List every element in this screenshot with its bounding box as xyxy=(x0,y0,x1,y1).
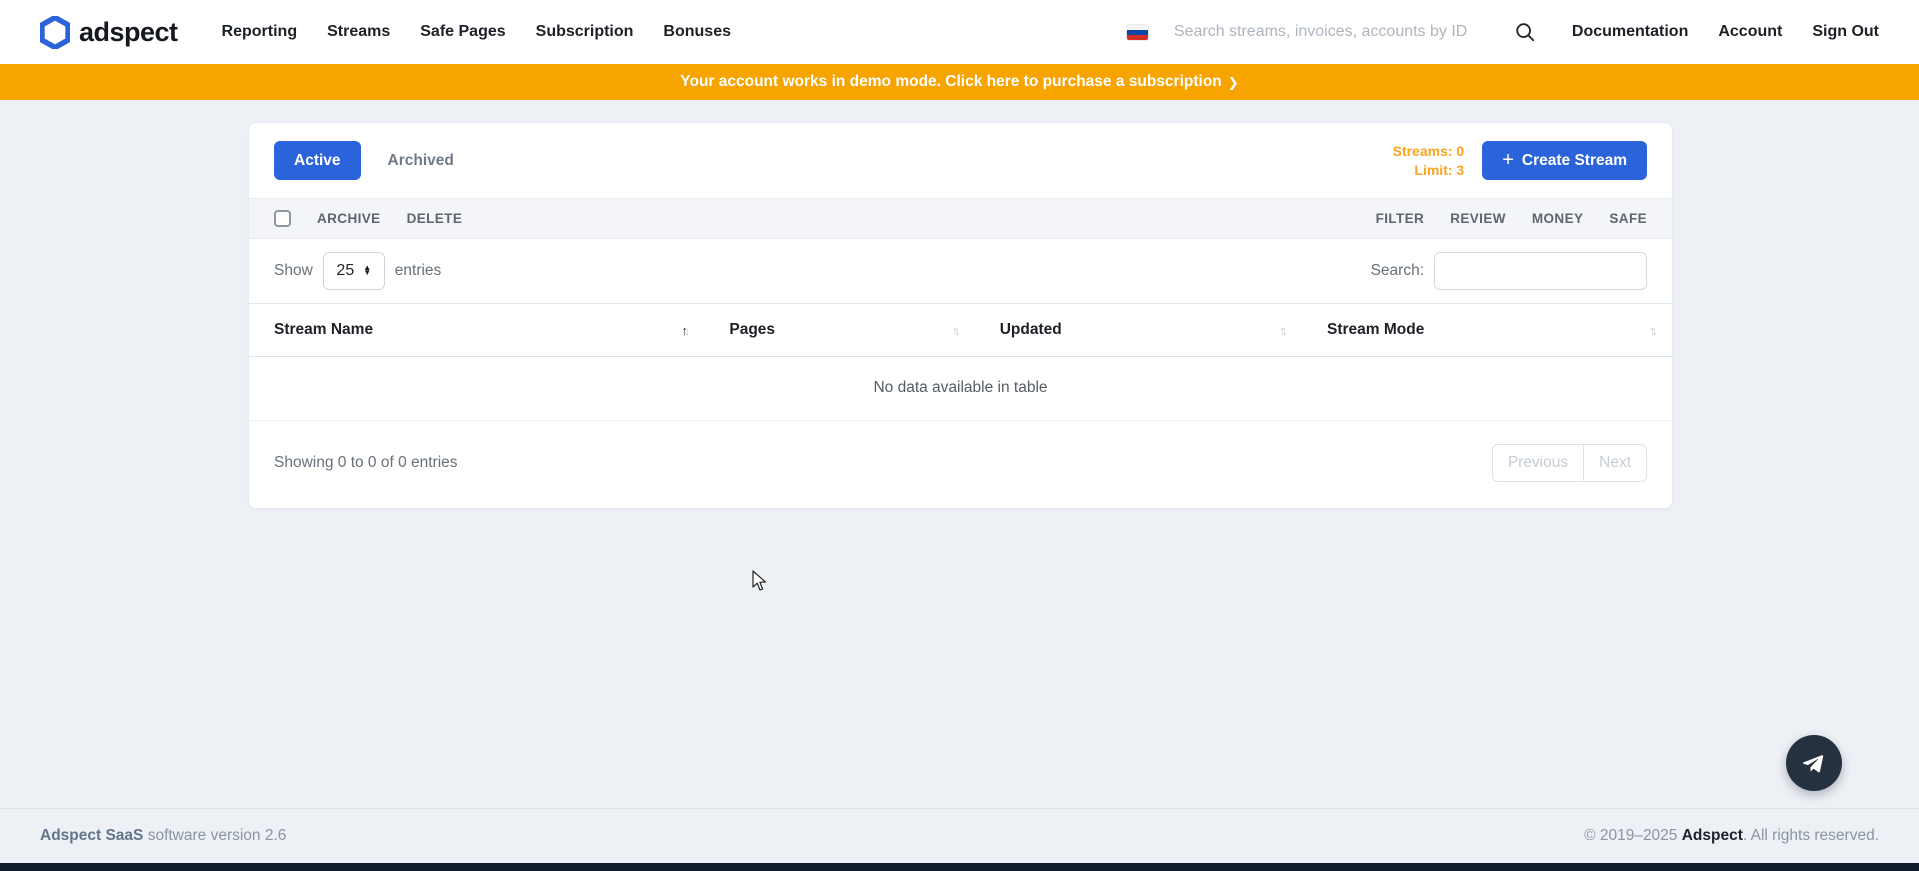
bulk-actions-toolbar: ARCHIVE DELETE FILTER REVIEW MONEY SAFE xyxy=(249,198,1672,239)
top-navbar: adspect Reporting Streams Safe Pages Sub… xyxy=(0,0,1919,64)
card-header: Active Archived Streams: 0 Limit: 3 + Cr… xyxy=(249,123,1672,198)
review-mode-action[interactable]: REVIEW xyxy=(1450,211,1506,226)
streams-count: Streams: 0 xyxy=(1393,142,1465,161)
table-controls: Show 25 ▲▼ entries Search: xyxy=(249,239,1672,303)
column-header-stream-name[interactable]: Stream Name ↑↓ xyxy=(249,304,704,357)
sort-icon[interactable]: ↑↓ xyxy=(681,323,690,338)
nav-item-safe-pages[interactable]: Safe Pages xyxy=(420,23,505,41)
footer-version-text: software version 2.6 xyxy=(143,827,286,844)
show-label: Show xyxy=(274,262,313,280)
mouse-cursor xyxy=(752,570,768,592)
nav-right-links: Documentation Account Sign Out xyxy=(1572,23,1879,41)
footer-product-name: Adspect SaaS xyxy=(40,827,143,844)
column-header-updated[interactable]: Updated ↑↓ xyxy=(975,304,1302,357)
pagination: Previous Next xyxy=(1492,444,1647,482)
demo-banner-text: Your account works in demo mode. Click h… xyxy=(680,73,1221,91)
next-page-button[interactable]: Next xyxy=(1583,444,1647,482)
stream-stats: Streams: 0 Limit: 3 xyxy=(1393,142,1465,180)
select-all-checkbox[interactable] xyxy=(274,210,291,227)
column-label: Updated xyxy=(1000,321,1062,339)
tab-archived[interactable]: Archived xyxy=(388,152,454,170)
copyright-prefix: © 2019–2025 xyxy=(1584,827,1682,844)
copyright-brand: Adspect xyxy=(1682,827,1743,844)
select-arrows-icon: ▲▼ xyxy=(363,266,371,276)
previous-page-button[interactable]: Previous xyxy=(1492,444,1583,482)
footer-copyright: © 2019–2025 Adspect. All rights reserved… xyxy=(1584,827,1879,845)
streams-card: Active Archived Streams: 0 Limit: 3 + Cr… xyxy=(248,122,1673,509)
nav-item-account[interactable]: Account xyxy=(1718,23,1782,41)
entries-summary: Showing 0 to 0 of 0 entries xyxy=(274,454,458,472)
sort-icon[interactable]: ↑↓ xyxy=(952,323,961,338)
delete-action[interactable]: DELETE xyxy=(407,211,463,226)
page-footer: Adspect SaaS software version 2.6 © 2019… xyxy=(0,808,1919,863)
search-icon[interactable] xyxy=(1514,21,1536,43)
flag-stripe-red xyxy=(1127,35,1148,40)
safe-mode-action[interactable]: SAFE xyxy=(1609,211,1647,226)
create-stream-label: Create Stream xyxy=(1522,152,1627,170)
column-label: Pages xyxy=(729,321,775,339)
main-nav: Reporting Streams Safe Pages Subscriptio… xyxy=(222,23,731,41)
create-stream-button[interactable]: + Create Stream xyxy=(1482,141,1647,180)
column-header-stream-mode[interactable]: Stream Mode ↑↓ xyxy=(1302,304,1672,357)
demo-mode-banner[interactable]: Your account works in demo mode. Click h… xyxy=(0,64,1919,100)
bottom-edge-strip xyxy=(0,863,1919,871)
nav-item-streams[interactable]: Streams xyxy=(327,23,390,41)
column-label: Stream Mode xyxy=(1327,321,1424,339)
brand-logo[interactable]: adspect xyxy=(40,16,178,49)
column-label: Stream Name xyxy=(274,321,373,339)
sort-icon[interactable]: ↑↓ xyxy=(1649,323,1658,338)
page-size-value: 25 xyxy=(336,262,354,280)
sort-icon[interactable]: ↑↓ xyxy=(1279,323,1288,338)
nav-item-subscription[interactable]: Subscription xyxy=(536,23,634,41)
empty-message: No data available in table xyxy=(249,357,1672,421)
page-size-select[interactable]: 25 ▲▼ xyxy=(323,252,385,290)
filter-mode-action[interactable]: FILTER xyxy=(1376,211,1425,226)
nav-item-documentation[interactable]: Documentation xyxy=(1572,23,1688,41)
archive-action[interactable]: ARCHIVE xyxy=(317,211,381,226)
language-flag-russian[interactable] xyxy=(1127,25,1148,40)
tab-active-label: Active xyxy=(294,152,341,170)
column-header-pages[interactable]: Pages ↑↓ xyxy=(704,304,974,357)
brand-wordmark: adspect xyxy=(79,17,178,48)
streams-table: Stream Name ↑↓ Pages ↑↓ Updated ↑↓ xyxy=(249,303,1672,421)
footer-version: Adspect SaaS software version 2.6 xyxy=(40,827,286,845)
adspect-hexagon-icon xyxy=(40,16,70,49)
plus-icon: + xyxy=(1502,150,1514,170)
copyright-suffix: . All rights reserved. xyxy=(1743,827,1879,844)
nav-item-sign-out[interactable]: Sign Out xyxy=(1812,23,1879,41)
tab-active[interactable]: Active xyxy=(274,141,361,180)
card-footer: Showing 0 to 0 of 0 entries Previous Nex… xyxy=(249,421,1672,508)
table-header-row: Stream Name ↑↓ Pages ↑↓ Updated ↑↓ xyxy=(249,304,1672,357)
nav-item-reporting[interactable]: Reporting xyxy=(222,23,298,41)
telegram-plane-icon xyxy=(1800,749,1828,777)
telegram-chat-button[interactable] xyxy=(1786,735,1842,791)
nav-item-bonuses[interactable]: Bonuses xyxy=(663,23,731,41)
entries-label: entries xyxy=(395,262,442,280)
table-search-label: Search: xyxy=(1371,262,1424,280)
streams-limit: Limit: 3 xyxy=(1393,161,1465,180)
chevron-right-icon: ❯ xyxy=(1228,75,1239,91)
money-mode-action[interactable]: MONEY xyxy=(1532,211,1584,226)
empty-table-row: No data available in table xyxy=(249,357,1672,421)
global-search-input[interactable] xyxy=(1174,23,1474,41)
table-search-input[interactable] xyxy=(1434,252,1647,290)
